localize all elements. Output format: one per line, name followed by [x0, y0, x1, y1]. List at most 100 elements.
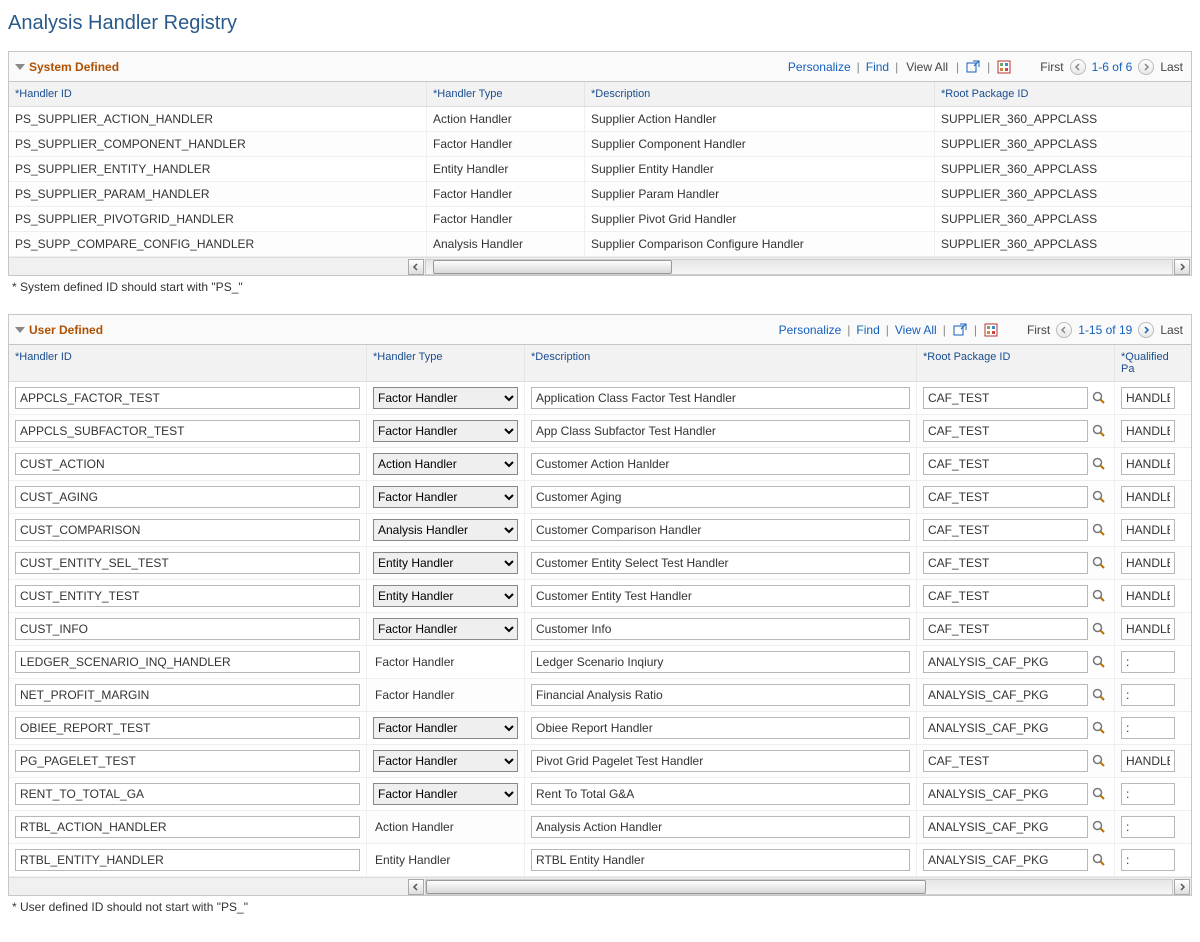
qualified-path-input[interactable]: [1121, 750, 1175, 772]
qualified-path-input[interactable]: [1121, 849, 1175, 871]
lookup-icon[interactable]: [1090, 587, 1108, 605]
root-package-input[interactable]: [923, 816, 1088, 838]
find-link[interactable]: Find: [866, 60, 889, 74]
personalize-link[interactable]: Personalize: [779, 323, 842, 337]
handler-type-select[interactable]: Action HandlerAnalysis HandlerEntity Han…: [373, 486, 518, 508]
handler-id-input[interactable]: [15, 585, 360, 607]
system-hscrollbar[interactable]: [9, 257, 1191, 275]
handler-id-input[interactable]: [15, 486, 360, 508]
description-input[interactable]: [531, 453, 910, 475]
lookup-icon[interactable]: [1090, 389, 1108, 407]
qualified-path-input[interactable]: [1121, 486, 1175, 508]
scroll-right-icon[interactable]: [1174, 879, 1190, 895]
handler-id-input[interactable]: [15, 717, 360, 739]
handler-type-select[interactable]: Action HandlerAnalysis HandlerEntity Han…: [373, 552, 518, 574]
handler-id-input[interactable]: [15, 519, 360, 541]
handler-id-input[interactable]: [15, 420, 360, 442]
lookup-icon[interactable]: [1090, 554, 1108, 572]
col-root-package[interactable]: *Root Package ID: [935, 82, 1179, 106]
col-qualified-path[interactable]: *Qualified Pa: [1115, 345, 1181, 381]
description-input[interactable]: [531, 387, 910, 409]
root-package-input[interactable]: [923, 387, 1088, 409]
root-package-input[interactable]: [923, 651, 1088, 673]
lookup-icon[interactable]: [1090, 719, 1108, 737]
view-all-link[interactable]: View All: [895, 323, 937, 337]
qualified-path-input[interactable]: [1121, 618, 1175, 640]
scroll-track[interactable]: [425, 259, 1173, 275]
description-input[interactable]: [531, 420, 910, 442]
scroll-left-icon[interactable]: [408, 879, 424, 895]
root-package-input[interactable]: [923, 618, 1088, 640]
zoom-icon[interactable]: [952, 322, 968, 338]
handler-id-input[interactable]: [15, 816, 360, 838]
col-handler-type[interactable]: *Handler Type: [427, 82, 585, 106]
personalize-link[interactable]: Personalize: [788, 60, 851, 74]
qualified-path-input[interactable]: [1121, 783, 1175, 805]
root-package-input[interactable]: [923, 783, 1088, 805]
handler-type-select[interactable]: Action HandlerAnalysis HandlerEntity Han…: [373, 420, 518, 442]
prev-button[interactable]: [1070, 59, 1086, 75]
prev-button[interactable]: [1056, 322, 1072, 338]
first-link[interactable]: First: [1027, 323, 1050, 337]
qualified-path-input[interactable]: [1121, 453, 1175, 475]
lookup-icon[interactable]: [1090, 521, 1108, 539]
last-link[interactable]: Last: [1160, 60, 1183, 74]
qualified-path-input[interactable]: [1121, 816, 1175, 838]
handler-type-select[interactable]: Action HandlerAnalysis HandlerEntity Han…: [373, 618, 518, 640]
qualified-path-input[interactable]: [1121, 585, 1175, 607]
lookup-icon[interactable]: [1090, 422, 1108, 440]
handler-id-input[interactable]: [15, 618, 360, 640]
description-input[interactable]: [531, 585, 910, 607]
col-handler-id[interactable]: *Handler ID: [9, 345, 367, 381]
handler-id-input[interactable]: [15, 453, 360, 475]
description-input[interactable]: [531, 750, 910, 772]
description-input[interactable]: [531, 717, 910, 739]
handler-type-select[interactable]: Action HandlerAnalysis HandlerEntity Han…: [373, 453, 518, 475]
zoom-icon[interactable]: [965, 59, 981, 75]
col-handler-type[interactable]: *Handler Type: [367, 345, 525, 381]
root-package-input[interactable]: [923, 519, 1088, 541]
handler-id-input[interactable]: [15, 783, 360, 805]
handler-type-select[interactable]: Action HandlerAnalysis HandlerEntity Han…: [373, 717, 518, 739]
qualified-path-input[interactable]: [1121, 717, 1175, 739]
col-description[interactable]: *Description: [525, 345, 917, 381]
scroll-track[interactable]: [425, 879, 1173, 895]
handler-id-input[interactable]: [15, 651, 360, 673]
description-input[interactable]: [531, 552, 910, 574]
lookup-icon[interactable]: [1090, 818, 1108, 836]
qualified-path-input[interactable]: [1121, 420, 1175, 442]
lookup-icon[interactable]: [1090, 785, 1108, 803]
description-input[interactable]: [531, 618, 910, 640]
next-button[interactable]: [1138, 59, 1154, 75]
find-link[interactable]: Find: [856, 323, 879, 337]
lookup-icon[interactable]: [1090, 455, 1108, 473]
next-button[interactable]: [1138, 322, 1154, 338]
description-input[interactable]: [531, 783, 910, 805]
description-input[interactable]: [531, 684, 910, 706]
lookup-icon[interactable]: [1090, 851, 1108, 869]
first-link[interactable]: First: [1040, 60, 1063, 74]
root-package-input[interactable]: [923, 585, 1088, 607]
col-description[interactable]: *Description: [585, 82, 935, 106]
last-link[interactable]: Last: [1160, 323, 1183, 337]
handler-type-select[interactable]: Action HandlerAnalysis HandlerEntity Han…: [373, 519, 518, 541]
col-handler-id[interactable]: *Handler ID: [9, 82, 427, 106]
lookup-icon[interactable]: [1090, 488, 1108, 506]
handler-id-input[interactable]: [15, 684, 360, 706]
handler-type-select[interactable]: Action HandlerAnalysis HandlerEntity Han…: [373, 585, 518, 607]
handler-id-input[interactable]: [15, 750, 360, 772]
scroll-thumb[interactable]: [426, 880, 926, 894]
handler-type-select[interactable]: Action HandlerAnalysis HandlerEntity Han…: [373, 387, 518, 409]
scroll-left-icon[interactable]: [408, 259, 424, 275]
root-package-input[interactable]: [923, 420, 1088, 442]
description-input[interactable]: [531, 651, 910, 673]
handler-type-select[interactable]: Action HandlerAnalysis HandlerEntity Han…: [373, 783, 518, 805]
root-package-input[interactable]: [923, 684, 1088, 706]
handler-id-input[interactable]: [15, 849, 360, 871]
download-icon[interactable]: [983, 322, 999, 338]
description-input[interactable]: [531, 486, 910, 508]
root-package-input[interactable]: [923, 750, 1088, 772]
root-package-input[interactable]: [923, 849, 1088, 871]
handler-type-select[interactable]: Action HandlerAnalysis HandlerEntity Han…: [373, 750, 518, 772]
root-package-input[interactable]: [923, 717, 1088, 739]
